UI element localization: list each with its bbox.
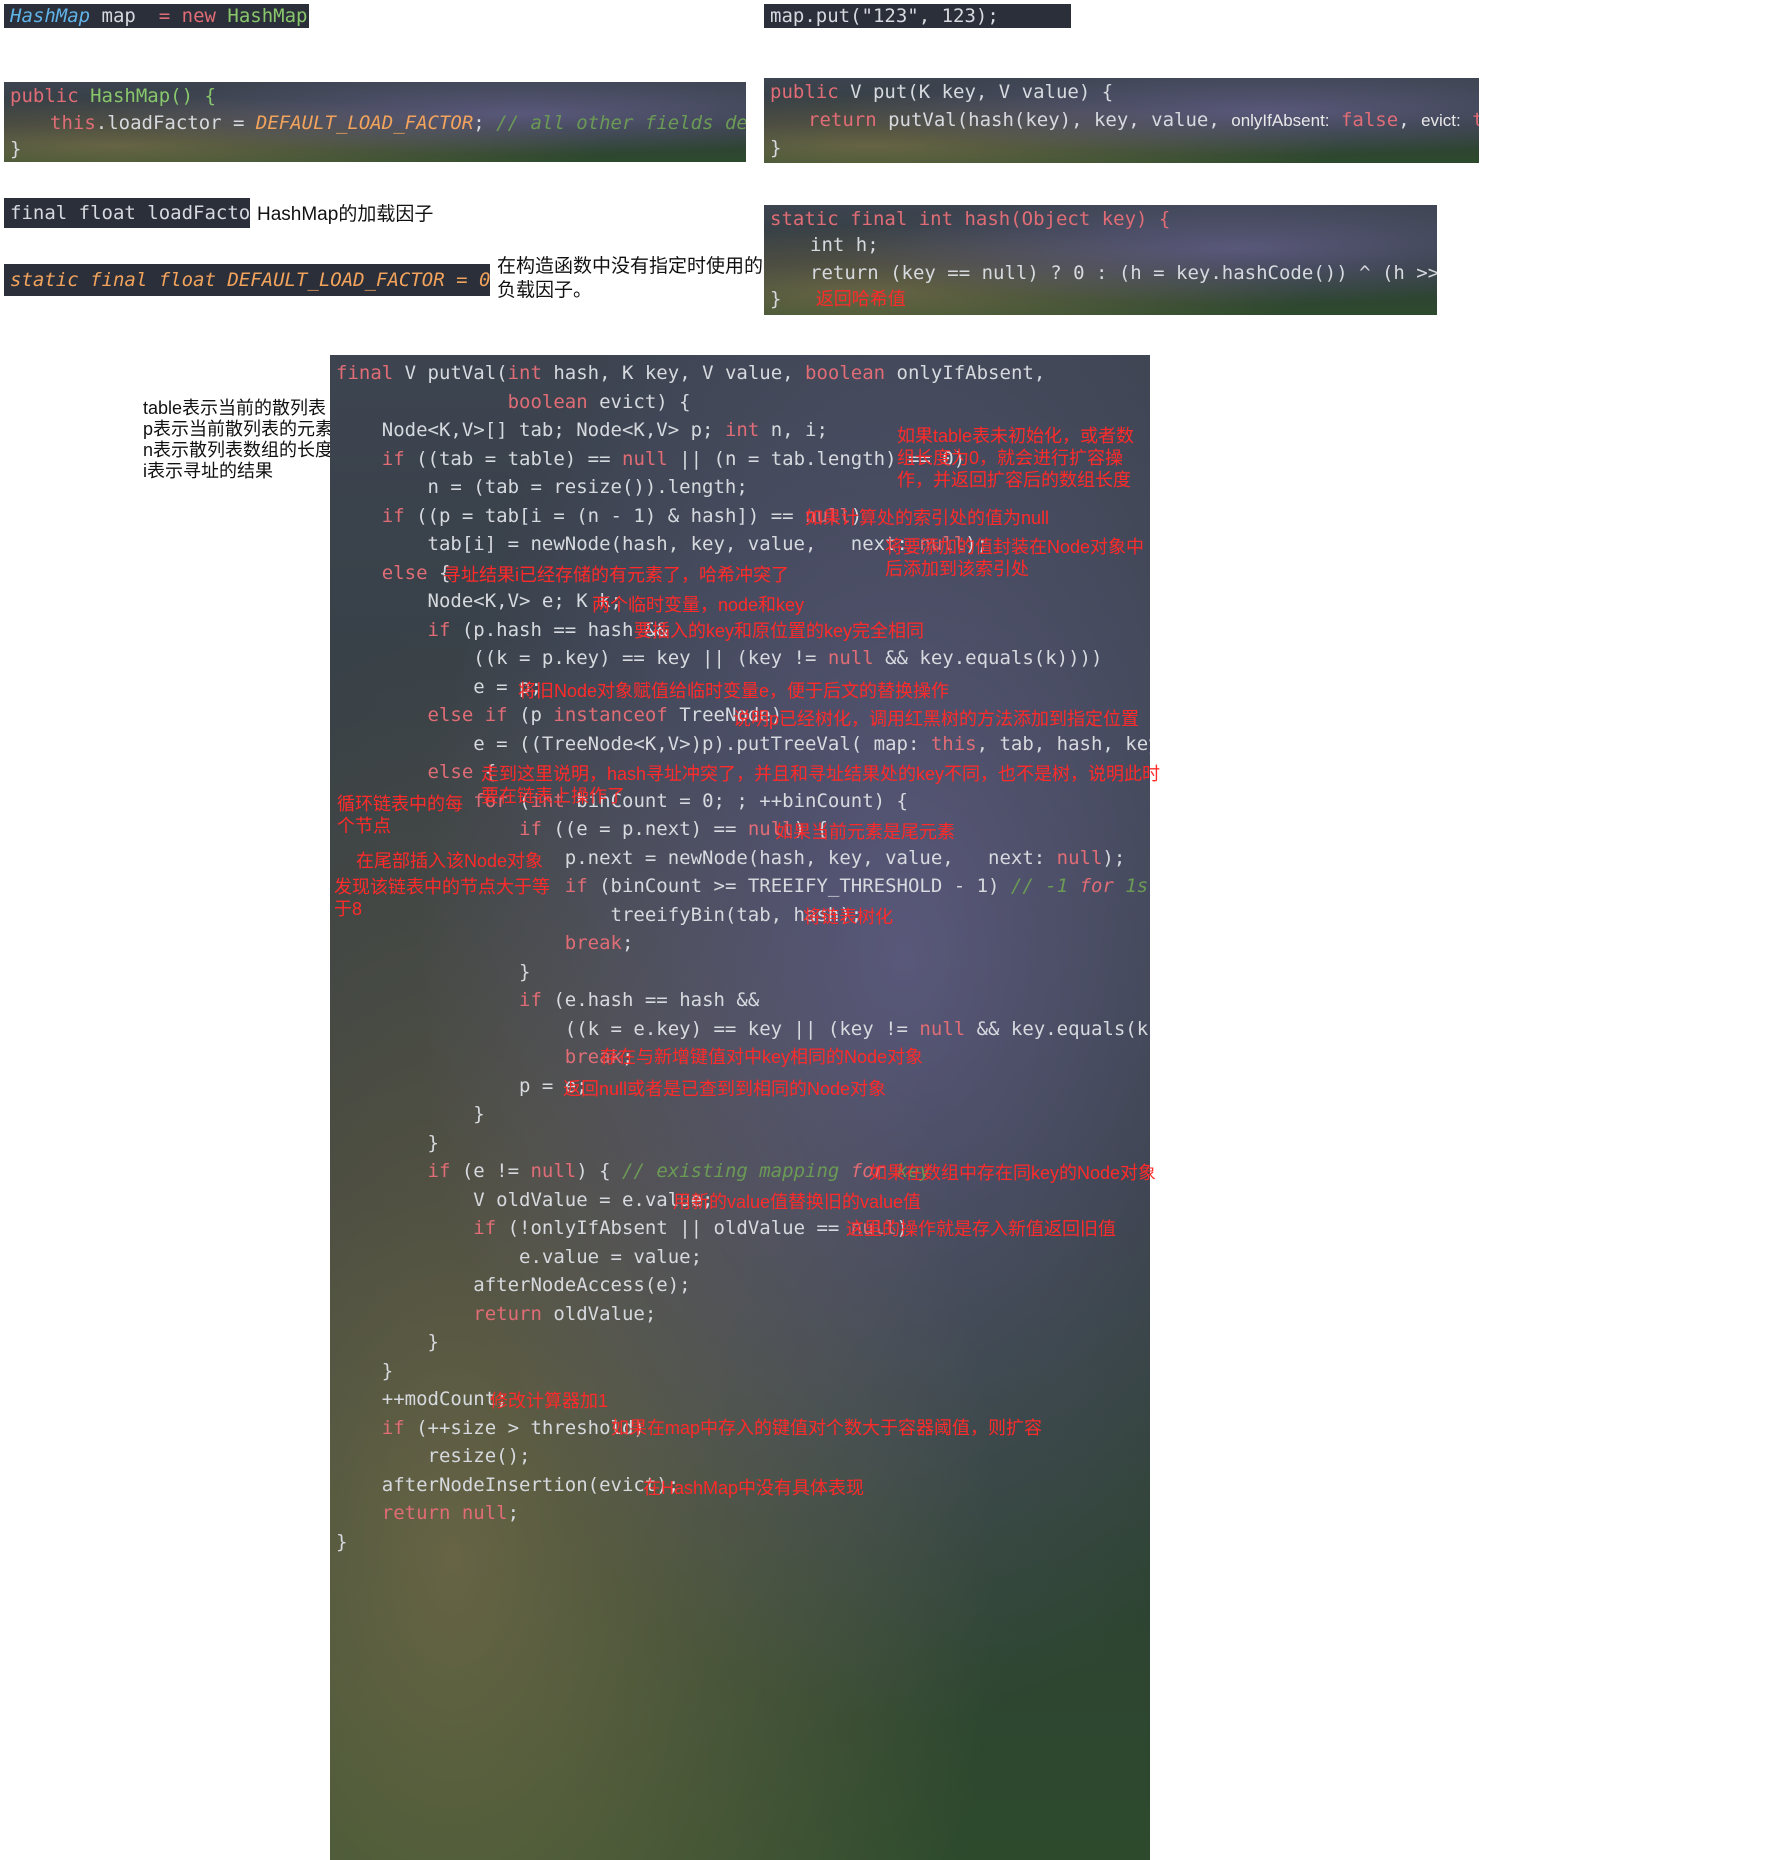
value-false: false [1340, 109, 1399, 131]
kw-this: this [50, 112, 96, 134]
var-map: map [101, 5, 136, 27]
annotation-resize: 如果在map中存入的键值对个数大于容器阈值，则扩容 [611, 1418, 1043, 1438]
putval-line: if ((p = tab[i = (n - 1) & hash]) == nul… [381, 504, 863, 527]
annotation-collision: 寻址结果i已经存储的有元素了，哈希冲突了 [443, 565, 789, 585]
putval-line: resize(); [336, 1445, 531, 1467]
putval-line: return oldValue; [473, 1302, 657, 1325]
putval-line: e = p; [336, 675, 542, 698]
annotation-replace: 用新的value值替换旧的value值 [673, 1192, 922, 1212]
code-block-hash: static final int hash(Object key) { int … [764, 205, 1437, 315]
hash-local: int h; [810, 234, 879, 256]
putval-line: break; [564, 932, 634, 954]
const-default-load-factor: DEFAULT_LOAD_FACTOR [255, 112, 474, 134]
note-default-load-factor: 在构造函数中没有指定时使用的 负载因子。 [497, 256, 764, 301]
code-default-load-factor: static final float DEFAULT_LOAD_FACTOR =… [4, 264, 490, 296]
close-brace: } [770, 288, 782, 310]
putval-line: return null; [381, 1502, 520, 1524]
putval-line: e = ((TreeNode<K,V>)p).putTreeVal( map: … [336, 732, 1150, 755]
annotation-tail: 如果当前元素是尾元素 [775, 822, 955, 842]
annotation-wrap-node: 将要添加的值封装在Node对象中 后添加到该索引处 [885, 537, 1145, 579]
kw-public: public [770, 81, 839, 103]
annotation-found: 存在与新增键值对中key相同的Node对象 [600, 1047, 924, 1067]
annotation-same-key: 要插入的key和原位置的key完全相同 [634, 621, 925, 641]
putval-line: else if (p instanceof TreeNode) [427, 704, 783, 726]
putval-line: } [336, 1103, 485, 1125]
param-hint-evict: evict: [1421, 111, 1461, 130]
putval-line: if (!onlyIfAbsent || oldValue == null) [473, 1217, 908, 1239]
code-comment: // all other fields defaulted [496, 112, 746, 134]
param-hint-onlyifabsent: onlyIfAbsent: [1231, 111, 1330, 130]
op-new: = new [158, 5, 216, 27]
annotation-assign-e: 将旧Node对象赋值给临时变量e，便于后文的替换操作 [518, 681, 950, 701]
putval-line: } [336, 1359, 394, 1382]
note-loadfactor: HashMap的加载因子 [257, 204, 434, 225]
put-call: map.put("123", 123); [770, 5, 999, 27]
semicolon: ; [473, 112, 485, 134]
code-block-put: public V put(K key, V value) { return pu… [764, 78, 1479, 163]
putval-line: } [336, 1530, 348, 1553]
annotation-modcount: 修改计算器加1 [490, 1391, 609, 1411]
field-loadfactor: .loadFactor = [95, 112, 256, 134]
annotation-init: 如果table表未初始化，或者数 组长度为0，就会进行扩容操 作，并返回扩容后的… [897, 426, 1135, 490]
putval-line: ((k = p.key) == key || (key != null && k… [336, 647, 1103, 669]
annotation-after-insert: 在HashMap中没有具体表现 [643, 1478, 865, 1498]
putval-line: Node<K,V>[] tab; Node<K,V> p; int n, i; [336, 419, 828, 441]
annotation-tree: 说明p已经树化，调用红黑树的方法添加到指定位置 [733, 709, 1140, 729]
code-snippet-map-new: HashMap map = new HashMap(); [4, 4, 309, 28]
putval-line: } [336, 960, 531, 983]
putval-line: if (e != null) { // existing mapping for… [427, 1160, 931, 1182]
putval-line: afterNodeInsertion(evict); [336, 1473, 680, 1496]
hash-signature: static final int hash(Object key) { [770, 208, 1171, 230]
put-signature: V put(K key, V value) { [838, 81, 1114, 103]
annotation-return-hash: 返回哈希值 [815, 289, 906, 309]
annotation-list: 走到这里说明，hash寻址冲突了，并且和寻址结果处的key不同，也不是树，说明此… [481, 764, 1161, 806]
close-brace: } [770, 137, 782, 159]
type-hashmap: HashMap [10, 5, 91, 27]
putval-line: Node<K,V> e; K k; [336, 590, 622, 612]
putval-line: afterNodeAccess(e); [336, 1274, 691, 1296]
ctor-hashmap: HashMap [227, 5, 308, 27]
annotation-treeify-cond: 发现该链表中的节点大于等 于8 [334, 877, 550, 919]
close-brace: } [10, 138, 22, 160]
putval-line: p = e; [336, 1074, 588, 1097]
annotation-exists: 如果在数组中存在同key的Node对象 [869, 1163, 1157, 1183]
annotation-insert-tail: 在尾部插入该Node对象 [356, 851, 544, 871]
putval-line: break; [564, 1046, 634, 1068]
putval-line: else { [427, 761, 497, 783]
putval-line: if (p.hash == hash && [427, 618, 668, 641]
putval-line: n = (tab = resize()).length; [336, 476, 748, 498]
hash-return: return (key == null) ? 0 : (h = key.hash… [810, 262, 1437, 284]
annotation-advance: 返回null或者是已查到到相同的Node对象 [563, 1079, 887, 1099]
kw-return: return [808, 109, 877, 131]
annotation-treeify: 将链表树化 [803, 907, 893, 927]
annotation-null-slot: 如果计算处的索引处的值为null [805, 508, 1050, 528]
note-variables: table表示当前的散列表 p表示当前散列表的元素 n表示散列表数组的长度 i表… [143, 398, 334, 481]
putval-call: putVal(hash(key), key, value, [876, 109, 1232, 131]
kw-public: public [10, 85, 79, 107]
code-field-loadfactor: final float loadFactor; [4, 198, 250, 228]
putval-line: e.value = value; [336, 1245, 703, 1268]
putval-line: if (++size > threshold) [381, 1416, 645, 1439]
code-snippet-map-put: map.put("123", 123); [764, 4, 1071, 28]
putval-line: } [336, 1331, 439, 1353]
putval-line: if (e.hash == hash && [519, 989, 760, 1011]
annotation-loop: 循环链表中的每 个节点 [337, 794, 463, 836]
putval-line: ((k = e.key) == key || (key != null && k… [336, 1017, 1150, 1040]
field-decl: final float loadFactor; [10, 202, 250, 224]
putval-line: final V putVal(int hash, K key, V value,… [336, 362, 1046, 384]
default-lf-decl: static final float DEFAULT_LOAD_FACTOR =… [10, 269, 490, 291]
putval-line: else { [381, 561, 451, 584]
putval-line: V oldValue = e.value; [336, 1188, 714, 1211]
value-true: true [1472, 109, 1479, 131]
code-block-constructor: public HashMap() { this.loadFactor = DEF… [4, 82, 746, 162]
putval-line: ++modCount; [336, 1388, 508, 1410]
annotation-return-old: 这里的操作就是存入新值返回旧值 [846, 1219, 1116, 1239]
putval-line: } [336, 1131, 439, 1154]
ctor-signature: HashMap() { [90, 85, 216, 107]
annotation-temp: 两个临时变量，node和key [592, 595, 805, 615]
putval-line: boolean evict) { [507, 390, 691, 413]
putval-line: if ((tab = table) == null || (n = tab.le… [381, 447, 966, 470]
ctor-tail: (); [307, 5, 309, 27]
